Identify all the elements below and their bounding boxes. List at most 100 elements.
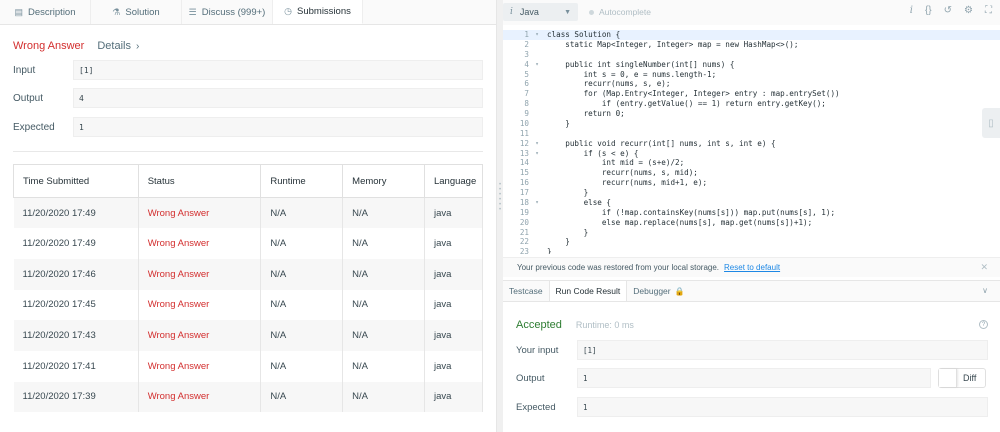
table-row[interactable]: 11/20/2020 17:41 Wrong Answer N/A N/A java: [13, 350, 484, 382]
table-row[interactable]: 11/20/2020 17:46 Wrong Answer N/A N/A java: [13, 258, 484, 290]
fold-toggle-icon[interactable]: ▾: [531, 198, 543, 208]
code-editor[interactable]: 1 ▾ class Solution {2 static Map<Integer, …: [503, 30, 1000, 254]
line-number: 4: [524, 59, 529, 69]
line-number: 5: [524, 69, 529, 79]
your-input-row: Your input [1]: [516, 340, 988, 360]
col-status[interactable]: Status: [137, 164, 262, 198]
table-row[interactable]: 11/20/2020 17:49 Wrong Answer N/A N/A java: [13, 228, 484, 259]
tab-debugger[interactable]: Debugger 🔒: [627, 281, 690, 301]
code-line: 6 recurr(nums, s, e);: [503, 79, 1000, 89]
code-line: 22 }: [503, 237, 1000, 247]
details-link[interactable]: Details ›: [97, 40, 139, 52]
line-number: 16: [519, 178, 529, 188]
fold-toggle-icon[interactable]: ▾: [531, 149, 543, 159]
col-time-submitted[interactable]: Time Submitted: [13, 164, 139, 198]
input-row: Input [1]: [13, 60, 483, 80]
fold-toggle-icon[interactable]: [531, 119, 543, 129]
code-text: }: [547, 118, 570, 128]
fold-toggle-icon[interactable]: ▾: [531, 139, 543, 149]
output-label: Output: [13, 92, 44, 104]
cell-status[interactable]: Wrong Answer: [138, 197, 262, 229]
tab-label: Debugger: [633, 286, 671, 296]
side-panel-button[interactable]: ▯: [982, 108, 1000, 138]
cell-status[interactable]: Wrong Answer: [138, 350, 262, 382]
fold-toggle-icon[interactable]: [531, 188, 543, 198]
tab-description[interactable]: ▤ Description: [0, 0, 91, 24]
cell-status[interactable]: Wrong Answer: [138, 289, 262, 321]
autocomplete-toggle[interactable]: Autocomplete: [589, 7, 651, 17]
line-number: 1: [524, 30, 529, 39]
fold-toggle-icon[interactable]: [531, 247, 543, 254]
tab-submissions[interactable]: ◷ Submissions: [273, 0, 363, 24]
col-language[interactable]: Language: [423, 164, 484, 198]
cell-status[interactable]: Wrong Answer: [138, 320, 262, 351]
cell-status[interactable]: Wrong Answer: [138, 381, 262, 413]
col-runtime[interactable]: Runtime: [260, 164, 344, 198]
cell-time-submitted: 11/20/2020 17:49: [13, 197, 139, 229]
expected-value: 1: [73, 117, 483, 137]
language-icon: i: [510, 7, 513, 17]
cell-runtime: N/A: [260, 197, 344, 229]
braces-icon[interactable]: {}: [925, 5, 932, 16]
reset-to-default-link[interactable]: Reset to default: [724, 263, 780, 272]
line-number: 13: [519, 148, 529, 158]
cell-status[interactable]: Wrong Answer: [138, 228, 262, 259]
language-label: Java: [519, 7, 539, 17]
diff-toggle[interactable]: Diff: [938, 368, 986, 388]
help-icon[interactable]: ?: [979, 320, 988, 329]
settings-icon[interactable]: ⚙: [964, 5, 973, 16]
cell-memory: N/A: [342, 197, 425, 229]
code-text: if (entry.getValue() == 1) return entry.…: [547, 99, 826, 109]
code-line: 15 recurr(nums, s, mid);: [503, 168, 1000, 178]
tab-testcase[interactable]: Testcase: [503, 281, 549, 301]
code-text: }: [547, 188, 589, 197]
fold-toggle-icon[interactable]: [531, 70, 543, 80]
fold-toggle-icon[interactable]: [531, 228, 543, 238]
code-line: 12 ▾ public void recurr(int[] nums, int s…: [503, 139, 1000, 149]
cell-memory: N/A: [342, 258, 425, 290]
fullscreen-icon[interactable]: ⛶: [985, 5, 992, 16]
fold-toggle-icon[interactable]: [531, 89, 543, 99]
language-select[interactable]: i Java ▼: [503, 3, 578, 21]
fold-toggle-icon[interactable]: [531, 129, 543, 139]
right-pane: i Java ▼ Autocomplete i {} ↺ ⚙ ⛶ 1 ▾ class…: [503, 0, 1000, 432]
fold-toggle-icon[interactable]: [531, 237, 543, 247]
table-row[interactable]: 11/20/2020 17:45 Wrong Answer N/A N/A java: [13, 289, 484, 321]
fold-toggle-icon[interactable]: ▾: [531, 30, 543, 40]
code-line: 13 ▾ if (s < e) {: [503, 149, 1000, 159]
description-icon: ▤: [14, 6, 23, 17]
fold-toggle-icon[interactable]: [531, 99, 543, 109]
fold-toggle-icon[interactable]: [531, 208, 543, 218]
drag-handle-icon: • • • • • •: [499, 182, 502, 213]
code-text: }: [547, 237, 570, 247]
fold-toggle-icon[interactable]: ▾: [531, 60, 543, 70]
tab-solution[interactable]: ⚗ Solution: [91, 0, 182, 24]
info-icon[interactable]: i: [910, 5, 913, 16]
fold-toggle-icon[interactable]: [531, 50, 543, 60]
code-line: 3: [503, 50, 1000, 60]
fold-toggle-icon[interactable]: [531, 178, 543, 188]
table-row[interactable]: 11/20/2020 17:39 Wrong Answer N/A N/A java: [13, 381, 484, 413]
cell-time-submitted: 11/20/2020 17:41: [13, 350, 139, 382]
code-line: 7 for (Map.Entry<Integer, Integer> entry…: [503, 89, 1000, 99]
fold-toggle-icon[interactable]: [531, 79, 543, 89]
reset-icon[interactable]: ↺: [944, 5, 952, 16]
table-row[interactable]: 11/20/2020 17:43 Wrong Answer N/A N/A java: [13, 320, 484, 351]
cell-runtime: N/A: [260, 381, 344, 413]
chevron-down-icon[interactable]: ∨: [982, 286, 988, 295]
col-memory[interactable]: Memory: [342, 164, 425, 198]
code-text: int mid = (s+e)/2;: [547, 158, 685, 168]
toggle-switch: [939, 369, 957, 387]
fold-toggle-icon[interactable]: [531, 168, 543, 178]
fold-toggle-icon[interactable]: [531, 218, 543, 228]
fold-toggle-icon[interactable]: [531, 158, 543, 168]
tab-discuss[interactable]: ☰ Discuss (999+): [182, 0, 273, 24]
close-icon[interactable]: ✕: [980, 262, 988, 273]
fold-toggle-icon[interactable]: [531, 109, 543, 119]
cell-status[interactable]: Wrong Answer: [138, 258, 262, 290]
table-row[interactable]: 11/20/2020 17:49 Wrong Answer N/A N/A java: [13, 197, 484, 229]
tab-run-code-result[interactable]: Run Code Result: [548, 281, 628, 301]
cell-memory: N/A: [342, 289, 425, 321]
code-text: return 0;: [547, 109, 625, 118]
fold-toggle-icon[interactable]: [531, 40, 543, 50]
